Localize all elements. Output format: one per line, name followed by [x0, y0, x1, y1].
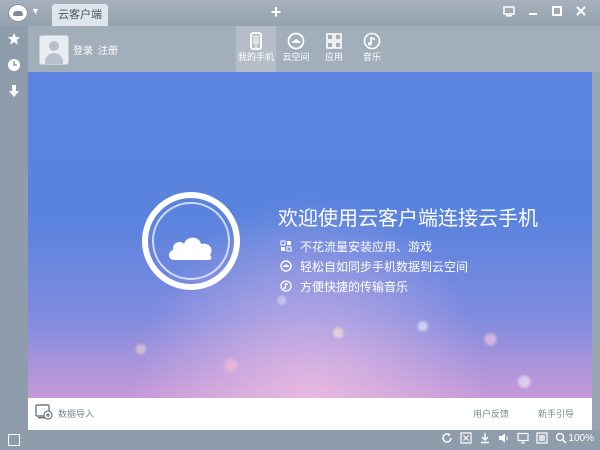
apps-small-icon: [280, 240, 292, 252]
beginner-guide-link[interactable]: 新手引导: [538, 407, 574, 420]
zoom-icon[interactable]: [554, 432, 567, 445]
cloud-space-icon: [287, 32, 305, 50]
refresh-icon[interactable]: [440, 432, 453, 445]
window-controls: [502, 5, 588, 19]
cloud-icon: [168, 237, 212, 260]
download-arrow-icon[interactable]: [6, 84, 22, 100]
tab-cloud-space[interactable]: 云空间: [276, 26, 316, 72]
download-icon[interactable]: [478, 432, 491, 445]
app-logo-icon[interactable]: [8, 4, 28, 22]
music-small-icon: [280, 280, 292, 292]
right-frame: [592, 72, 600, 430]
close-icon[interactable]: [574, 5, 588, 19]
menu-caret-icon[interactable]: ▼: [31, 6, 40, 16]
app-window: ▼ 云客户端 + 登录 注册 我的手机 云空间 应用 音乐 欢迎使用云客户端连接…: [0, 0, 600, 450]
star-icon[interactable]: [6, 32, 22, 48]
status-bar: 100%: [0, 430, 600, 450]
zoom-level[interactable]: 100%: [568, 433, 594, 444]
tab-my-phone[interactable]: 我的手机: [236, 26, 276, 72]
welcome-title: 欢迎使用云客户端连接云手机: [278, 208, 538, 230]
sync-icon: [280, 260, 292, 272]
skin-icon[interactable]: [502, 5, 516, 19]
new-tab-button[interactable]: +: [268, 3, 284, 21]
apps-grid-icon: [326, 33, 342, 49]
maximize-icon[interactable]: [550, 5, 564, 19]
screen-icon[interactable]: [535, 432, 548, 445]
bottom-action-bar: 数据导入 用户反馈 新手引导: [28, 398, 592, 430]
avatar[interactable]: [39, 35, 69, 65]
register-link[interactable]: 注册: [98, 42, 118, 57]
minimize-icon[interactable]: [526, 5, 540, 19]
left-sidebar: [0, 26, 28, 430]
tab-music[interactable]: 音乐: [352, 26, 392, 72]
tab-cloud-client[interactable]: 云客户端: [52, 4, 108, 26]
feature-text: 不花流量安装应用、游戏: [300, 239, 433, 254]
data-import-link[interactable]: 数据导入: [58, 407, 94, 420]
tab-label: 云空间: [282, 52, 310, 62]
feature-list: 不花流量安装应用、游戏 轻松自如同步手机数据到云空间 方便快捷的传输音乐: [280, 236, 468, 296]
tab-apps[interactable]: 应用: [314, 26, 354, 72]
clock-icon[interactable]: [6, 58, 22, 74]
feature-item: 轻松自如同步手机数据到云空间: [280, 256, 468, 276]
data-import-icon[interactable]: [35, 404, 53, 420]
title-bar: ▼ 云客户端 +: [0, 0, 600, 26]
box-x-icon[interactable]: [459, 432, 472, 445]
phone-icon: [250, 32, 262, 50]
tab-label: 应用: [324, 52, 343, 62]
header-bar: 登录 注册 我的手机 云空间 应用 音乐: [28, 26, 600, 72]
status-icons: [440, 432, 567, 445]
feature-item: 不花流量安装应用、游戏: [280, 236, 468, 256]
monitor-icon[interactable]: [516, 432, 529, 445]
welcome-banner: 欢迎使用云客户端连接云手机 不花流量安装应用、游戏 轻松自如同步手机数据到云空间…: [28, 72, 592, 398]
music-note-icon: [363, 32, 381, 50]
user-feedback-link[interactable]: 用户反馈: [473, 407, 509, 420]
tab-label: 我的手机: [237, 52, 274, 62]
login-link[interactable]: 登录: [73, 42, 93, 57]
feature-item: 方便快捷的传输音乐: [280, 276, 468, 296]
status-square-icon[interactable]: [8, 434, 20, 446]
feature-text: 轻松自如同步手机数据到云空间: [300, 259, 469, 274]
speaker-icon[interactable]: [497, 432, 510, 445]
tab-label: 音乐: [362, 52, 381, 62]
feature-text: 方便快捷的传输音乐: [300, 279, 409, 294]
